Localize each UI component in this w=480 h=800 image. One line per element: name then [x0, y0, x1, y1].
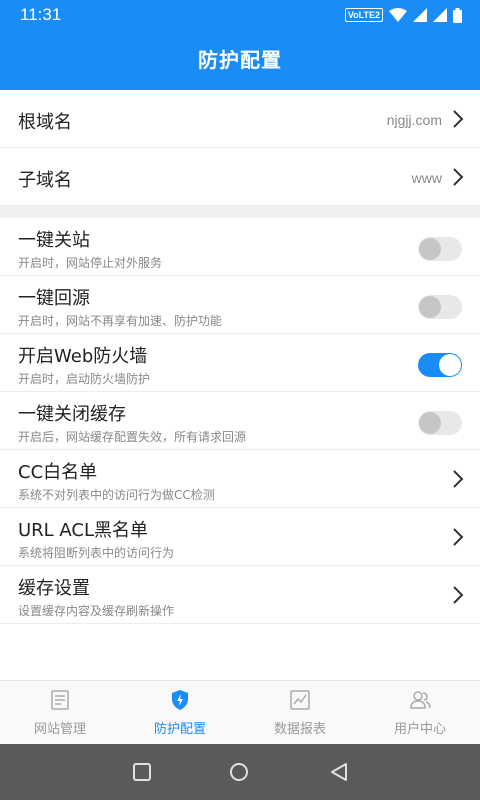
status-icons: VoLTE2 — [344, 7, 462, 23]
home-icon[interactable] — [229, 762, 249, 782]
signal-2-icon — [433, 8, 447, 22]
back-to-origin-label: 一键回源 — [18, 288, 90, 309]
root-domain-row[interactable]: 根域名 njgjj.com — [0, 90, 480, 148]
bottom-nav: 网站管理 防护配置 数据报表 用户中心 — [0, 680, 480, 744]
chevron-right-icon — [453, 110, 464, 128]
root-domain-label: 根域名 — [18, 112, 72, 133]
toggle-knob — [419, 412, 441, 434]
chart-icon — [290, 690, 310, 710]
chevron-right-icon — [453, 586, 464, 604]
battery-icon — [453, 7, 462, 23]
volte-badge: VoLTE2 — [344, 8, 383, 22]
status-bar: 11:31 VoLTE2 — [0, 0, 480, 30]
url-acl-blacklist-label: URL ACL黑名单 — [18, 520, 149, 541]
status-time: 11:31 — [20, 5, 62, 24]
back-to-origin-toggle[interactable] — [418, 295, 462, 319]
close-site-desc: 开启时，网站停止对外服务 — [18, 256, 163, 270]
cache-settings-desc: 设置缓存内容及缓存刷新操作 — [18, 604, 175, 618]
system-nav-bar — [0, 744, 480, 800]
close-site-toggle[interactable] — [418, 237, 462, 261]
signal-icon — [413, 8, 427, 22]
app-bar: 防护配置 — [0, 30, 480, 90]
nav-protection-config[interactable]: 防护配置 — [120, 681, 240, 744]
nav-site-management[interactable]: 网站管理 — [0, 681, 120, 744]
waf-toggle[interactable] — [418, 353, 462, 377]
section-divider — [0, 206, 480, 218]
disable-cache-label: 一键关闭缓存 — [18, 404, 126, 425]
shield-bolt-icon — [172, 690, 188, 710]
wifi-icon — [389, 8, 407, 22]
recent-apps-icon[interactable] — [132, 762, 152, 782]
waf-row: 开启Web防火墙 开启时，启动防火墙防护 — [0, 334, 480, 392]
toggle-knob — [419, 238, 441, 260]
page-title: 防护配置 — [198, 48, 282, 72]
disable-cache-desc: 开启后，网站缓存配置失效，所有请求回源 — [18, 430, 247, 444]
users-icon — [410, 691, 431, 709]
nav-label: 数据报表 — [273, 722, 326, 737]
back-icon[interactable] — [329, 762, 349, 782]
chevron-right-icon — [453, 470, 464, 488]
cache-settings-row[interactable]: 缓存设置 设置缓存内容及缓存刷新操作 — [0, 566, 480, 624]
disable-cache-toggle[interactable] — [418, 411, 462, 435]
settings-content: 根域名 njgjj.com 子域名 www 一键关站 开启时，网站停止对外服务 … — [0, 90, 480, 624]
url-acl-blacklist-row[interactable]: URL ACL黑名单 系统将阻断列表中的访问行为 — [0, 508, 480, 566]
waf-label: 开启Web防火墙 — [18, 346, 148, 367]
nav-label: 网站管理 — [33, 722, 86, 737]
root-domain-value: njgjj.com — [386, 112, 442, 128]
sub-domain-value: www — [411, 170, 442, 186]
cc-whitelist-desc: 系统不对列表中的访问行为做CC检测 — [18, 488, 215, 502]
toggle-knob — [439, 354, 461, 376]
disable-cache-row: 一键关闭缓存 开启后，网站缓存配置失效，所有请求回源 — [0, 392, 480, 450]
chevron-right-icon — [453, 168, 464, 186]
cc-whitelist-row[interactable]: CC白名单 系统不对列表中的访问行为做CC检测 — [0, 450, 480, 508]
close-site-label: 一键关站 — [18, 230, 90, 251]
back-to-origin-row: 一键回源 开启时，网站不再享有加速、防护功能 — [0, 276, 480, 334]
nav-label: 防护配置 — [153, 722, 206, 737]
nav-label: 用户中心 — [393, 722, 446, 737]
sub-domain-row[interactable]: 子域名 www — [0, 148, 480, 206]
toggle-knob — [419, 296, 441, 318]
nav-user-center[interactable]: 用户中心 — [360, 681, 480, 744]
url-acl-blacklist-desc: 系统将阻断列表中的访问行为 — [18, 546, 175, 560]
sub-domain-label: 子域名 — [18, 170, 72, 191]
back-to-origin-desc: 开启时，网站不再享有加速、防护功能 — [18, 314, 223, 328]
site-list-icon — [51, 690, 69, 710]
cache-settings-label: 缓存设置 — [18, 578, 90, 599]
waf-desc: 开启时，启动防火墙防护 — [18, 372, 151, 386]
chevron-right-icon — [453, 528, 464, 546]
cc-whitelist-label: CC白名单 — [18, 462, 98, 483]
close-site-row: 一键关站 开启时，网站停止对外服务 — [0, 218, 480, 276]
nav-data-report[interactable]: 数据报表 — [240, 681, 360, 744]
